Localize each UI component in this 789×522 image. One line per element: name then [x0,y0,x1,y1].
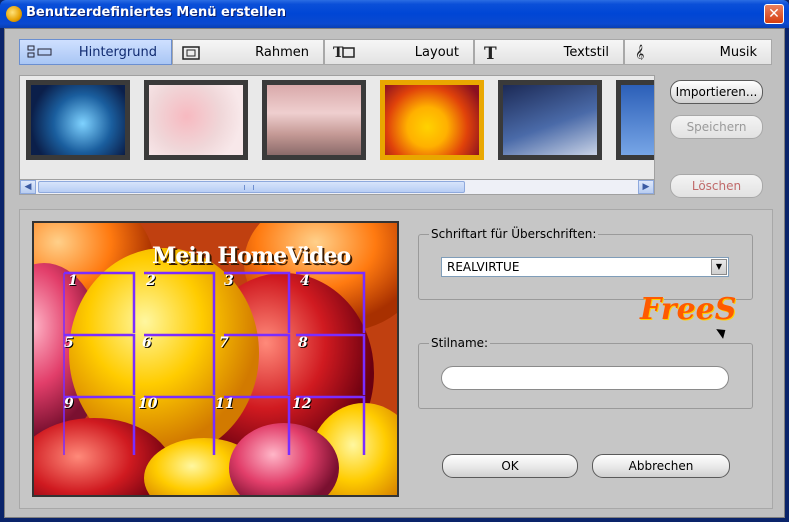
watermark: FreeS [640,292,737,327]
thumbnail-scrollbar[interactable]: ◀ ▶ [19,179,655,195]
chapter-number: 10 [138,396,158,412]
chapter-number: 6 [142,335,152,351]
thumbnail-balloons[interactable] [380,80,484,160]
svg-text:𝄞: 𝄞 [635,44,644,60]
title-bar[interactable]: Benutzerdefiniertes Menü erstellen ✕ [0,0,789,28]
thumbnail-baby-shoes[interactable] [26,80,130,160]
preview-title: Mein HomeVideo [152,243,351,269]
dialog-client: Hintergrund Rahmen T Layout T Textstil 𝄞… [4,28,785,518]
delete-button[interactable]: Löschen [670,174,763,198]
chapter-number: 7 [219,335,229,351]
app-icon [6,6,22,22]
cancel-button[interactable]: Abbrechen [592,454,730,478]
chapter-number: 4 [300,273,310,289]
import-button[interactable]: Importieren... [670,80,763,104]
save-button[interactable]: Speichern [670,115,763,139]
style-name-label: Stilname: [429,336,491,350]
layout-grid-icon [27,45,52,58]
tab-label: Musik [719,45,757,60]
tab-musik[interactable]: 𝄞 Musik [624,39,772,65]
tab-rahmen[interactable]: Rahmen [172,39,324,65]
scroll-left-button[interactable]: ◀ [20,180,36,194]
tab-label: Textstil [563,45,609,60]
thumbnail-toys-pink[interactable] [262,80,366,160]
thumbnail-pink-baby[interactable] [144,80,248,160]
dialog-window: Benutzerdefiniertes Menü erstellen ✕ Hin… [0,0,789,522]
heading-font-select[interactable]: REALVIRTUE ▼ [441,257,729,277]
tab-bar: Hintergrund Rahmen T Layout T Textstil 𝄞… [19,39,772,65]
style-name-group: Stilname: [418,336,753,409]
chapter-number: 11 [215,396,235,412]
tab-layout[interactable]: T Layout [324,39,474,65]
chapter-number: 2 [146,273,156,289]
text-frame-icon: T [333,45,355,60]
music-note-icon: 𝄞 [635,44,644,60]
tab-hintergrund[interactable]: Hintergrund [19,39,172,65]
frame-icon [182,46,200,60]
chapter-number: 5 [64,335,74,351]
menu-editor-panel: Mein HomeVideo 1 2 3 4 5 6 7 8 9 10 11 1… [19,209,773,509]
style-name-input[interactable] [441,366,729,390]
heading-font-value: REALVIRTUE [447,260,520,274]
thumbnail-blue-sky[interactable] [616,80,654,160]
tab-label: Rahmen [255,45,309,60]
close-button[interactable]: ✕ [764,4,784,24]
heading-font-label: Schriftart für Überschriften: [429,227,599,241]
chevron-down-icon[interactable]: ▼ [711,259,727,275]
chapter-number: 1 [68,273,78,289]
window-title: Benutzerdefiniertes Menü erstellen [26,5,287,20]
thumbnail-graduation[interactable] [498,80,602,160]
chapter-number: 12 [292,396,312,412]
chapter-number: 9 [64,396,74,412]
tab-label: Hintergrund [78,45,157,60]
menu-preview[interactable]: Mein HomeVideo 1 2 3 4 5 6 7 8 9 10 11 1… [32,221,399,497]
scroll-right-button[interactable]: ▶ [638,180,654,194]
ok-button[interactable]: OK [442,454,578,478]
chapter-number: 8 [298,335,308,351]
heading-font-group: Schriftart für Überschriften: REALVIRTUE… [418,227,753,300]
text-style-icon: T [484,44,497,60]
svg-text:T: T [484,44,497,60]
tab-textstil[interactable]: T Textstil [474,39,624,65]
background-thumbnail-strip [19,75,655,195]
tab-label: Layout [414,45,459,60]
scrollbar-thumb[interactable] [38,181,465,193]
chapter-number: 3 [224,273,234,289]
